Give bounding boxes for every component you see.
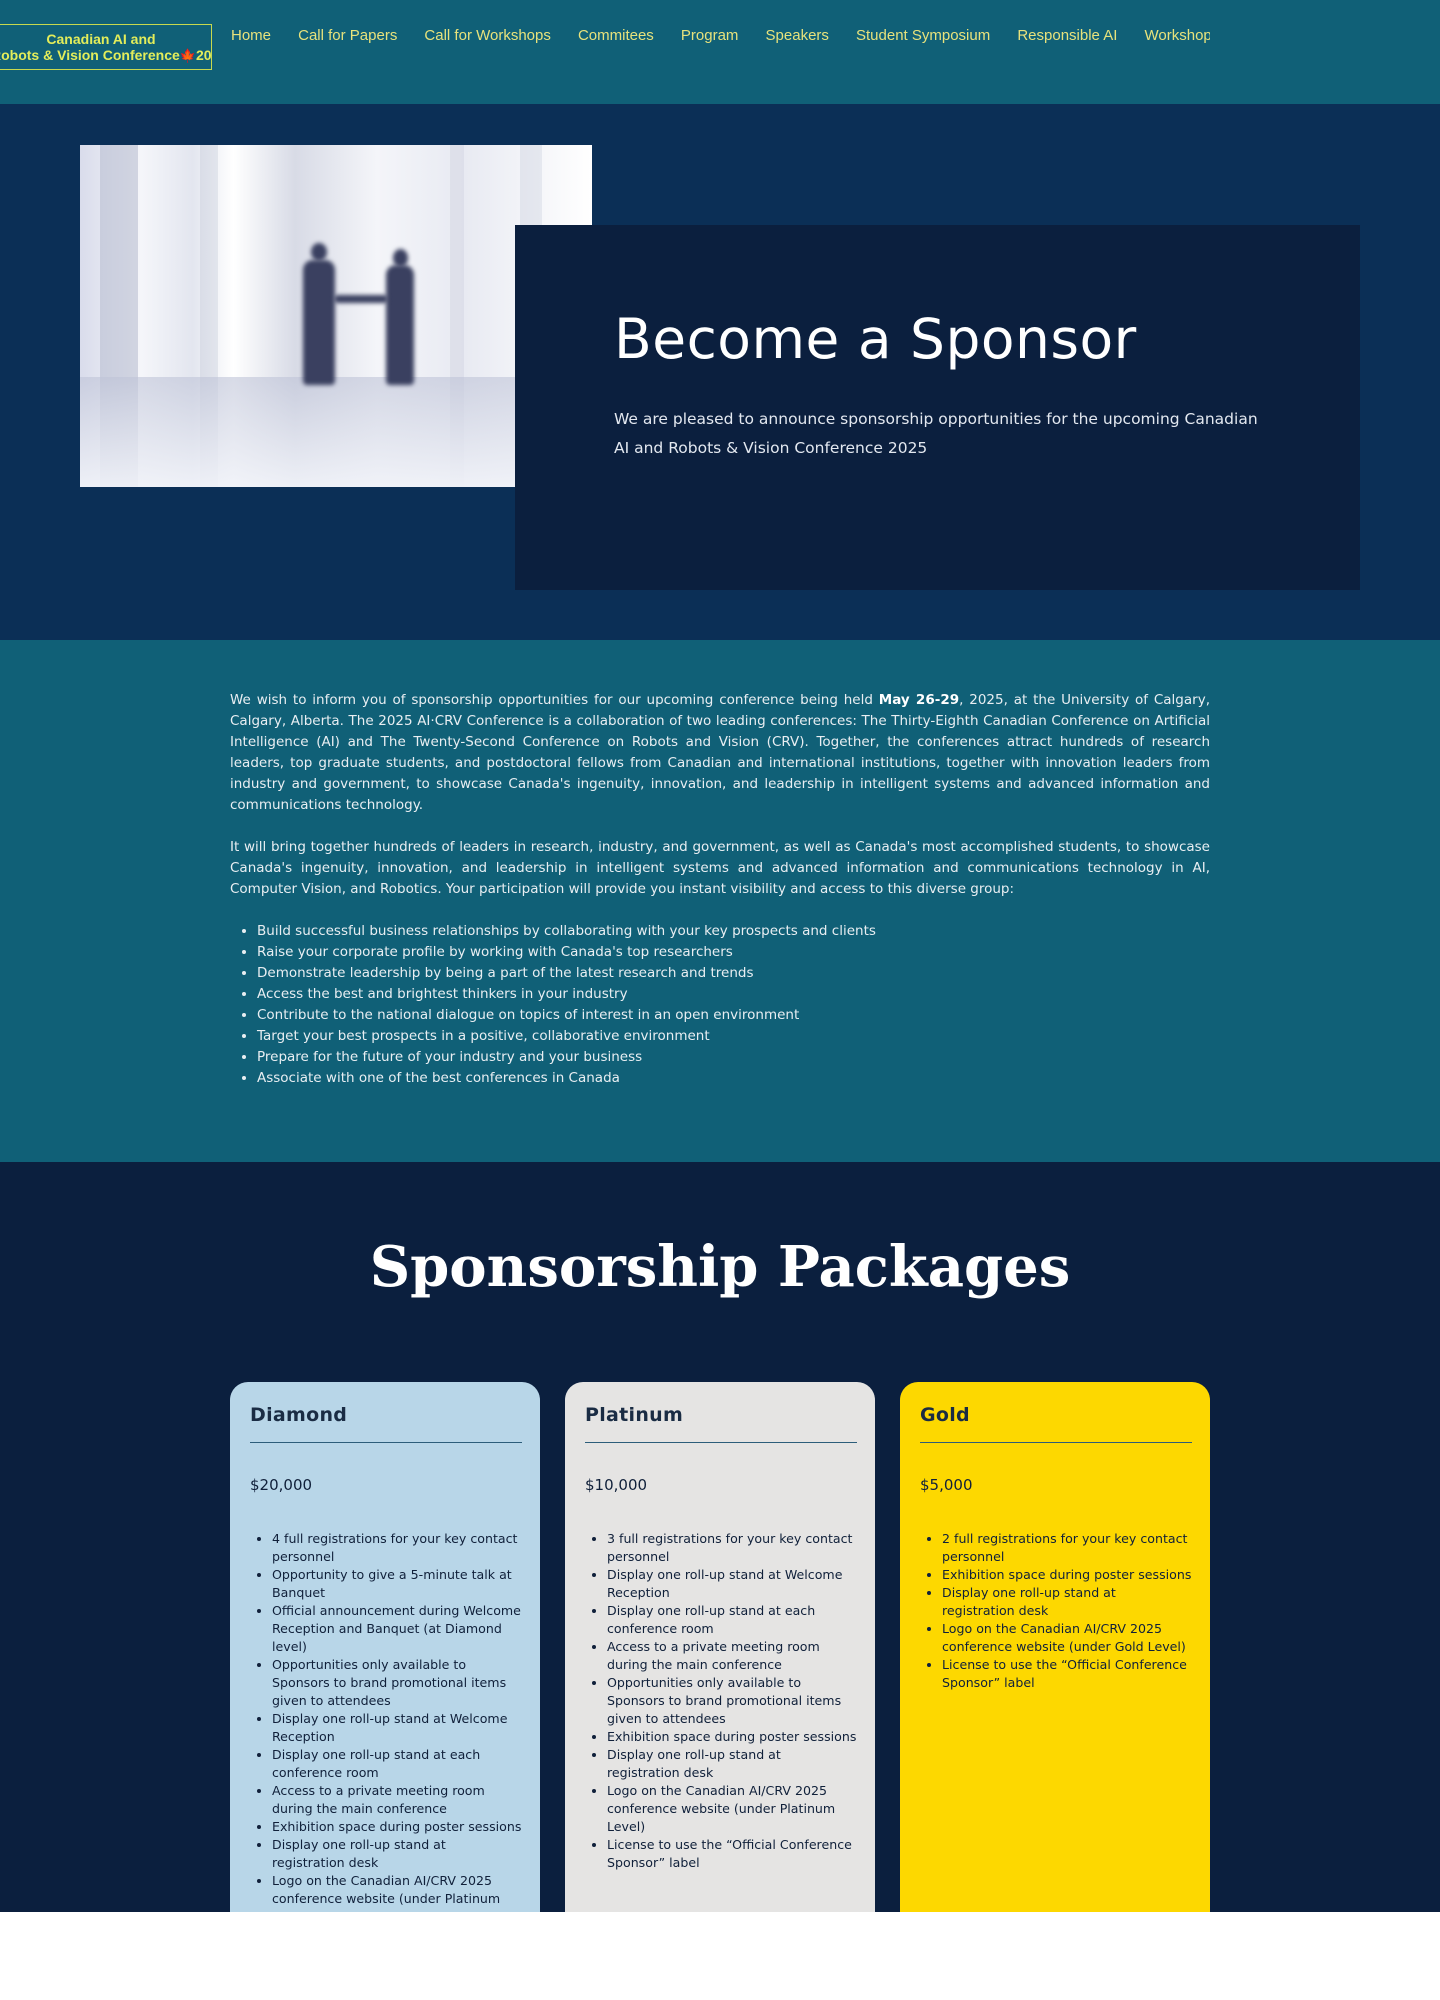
package-name: Diamond xyxy=(250,1404,348,1426)
list-item: Associate with one of the best conferenc… xyxy=(257,1068,1210,1089)
divider xyxy=(250,1442,522,1443)
list-item: License to use the “Official Conference … xyxy=(942,1656,1192,1692)
package-card-platinum: Platinum $10,000 3 full registrations fo… xyxy=(565,1382,875,1912)
list-item: Exhibition space during poster sessions xyxy=(272,1818,522,1836)
list-item: Prepare for the future of your industry … xyxy=(257,1047,1210,1068)
list-item: Official announcement during Welcome Rec… xyxy=(272,1602,522,1656)
nav-item-committees[interactable]: Commitees xyxy=(578,27,654,44)
hero-section: Become a Sponsor We are pleased to annou… xyxy=(0,104,1440,640)
list-item: 3 full registrations for your key contac… xyxy=(607,1530,857,1566)
divider xyxy=(920,1442,1192,1443)
list-item: Display one roll-up stand at registratio… xyxy=(272,1836,522,1872)
divider xyxy=(585,1442,857,1443)
package-price: $5,000 xyxy=(920,1476,973,1494)
intro-paragraph-2: It will bring together hundreds of leade… xyxy=(230,839,1210,897)
intro-paragraph-1: We wish to inform you of sponsorship opp… xyxy=(230,690,1210,816)
package-price: $20,000 xyxy=(250,1476,313,1494)
package-name: Gold xyxy=(920,1404,970,1426)
list-item: Display one roll-up stand at Welcome Rec… xyxy=(272,1710,522,1746)
list-item: Display one roll-up stand at Welcome Rec… xyxy=(607,1566,857,1602)
list-item: Logo on the Canadian AI/CRV 2025 confere… xyxy=(607,1782,857,1836)
list-item: Logo on the Canadian AI/CRV 2025 confere… xyxy=(942,1620,1192,1656)
list-item: Logo on the Canadian AI/CRV 2025 confere… xyxy=(272,1872,522,1908)
package-benefits: 3 full registrations for your key contac… xyxy=(585,1530,857,1872)
logo-year: 2025 xyxy=(195,47,212,63)
list-item: Opportunities only available to Sponsors… xyxy=(272,1656,522,1710)
list-item: Demonstrate leadership by being a part o… xyxy=(257,963,1210,984)
intro-p1-end: , 2025, at the University of Calgary, Ca… xyxy=(230,692,1210,813)
nav-item-responsible-ai[interactable]: Responsible AI xyxy=(1017,27,1117,44)
list-item: Build successful business relationships … xyxy=(257,921,1210,942)
package-benefits: 4 full registrations for your key contac… xyxy=(250,1530,522,1908)
packages-title: Sponsorship Packages xyxy=(369,1234,1071,1300)
package-card-gold: Gold $5,000 2 full registrations for you… xyxy=(900,1382,1210,1912)
list-item: Contribute to the national dialogue on t… xyxy=(257,1005,1210,1026)
list-item: Raise your corporate profile by working … xyxy=(257,942,1210,963)
packages-section: Sponsorship Packages Diamond $20,000 4 f… xyxy=(0,1162,1440,1912)
list-item: Exhibition space during poster sessions xyxy=(942,1566,1192,1584)
list-item: Access to a private meeting room during … xyxy=(607,1638,857,1674)
hero-subtitle: We are pleased to announce sponsorship o… xyxy=(614,410,1258,457)
maple-leaf-icon: 🍁 xyxy=(179,48,196,63)
list-item: 2 full registrations for your key contac… xyxy=(942,1530,1192,1566)
main-nav: Home Call for Papers Call for Workshops … xyxy=(220,25,1210,47)
site-header: Canadian AI and Robots & Vision Conferen… xyxy=(0,0,1440,104)
logo-line-2: Robots & Vision Conference🍁2025 xyxy=(0,47,211,64)
page-title: Become a Sponsor xyxy=(614,307,1137,371)
package-name: Platinum xyxy=(585,1404,684,1426)
hero-text-box: Become a Sponsor We are pleased to annou… xyxy=(515,225,1360,590)
list-item: Display one roll-up stand at each confer… xyxy=(607,1602,857,1638)
nav-item-program[interactable]: Program xyxy=(681,27,739,44)
logo-line-2-text: Robots & Vision Conference xyxy=(0,47,180,63)
conference-logo[interactable]: Canadian AI and Robots & Vision Conferen… xyxy=(0,24,212,70)
list-item: Access to a private meeting room during … xyxy=(272,1782,522,1818)
intro-content: We wish to inform you of sponsorship opp… xyxy=(230,690,1210,1089)
list-item: Access the best and brightest thinkers i… xyxy=(257,984,1210,1005)
package-card-diamond: Diamond $20,000 4 full registrations for… xyxy=(230,1382,540,1912)
list-item: 4 full registrations for your key contac… xyxy=(272,1530,522,1566)
nav-item-student-symposium[interactable]: Student Symposium xyxy=(856,27,990,44)
list-item: Display one roll-up stand at each confer… xyxy=(272,1746,522,1782)
conference-dates: May 26-29 xyxy=(878,692,960,708)
nav-item-speakers[interactable]: Speakers xyxy=(766,27,829,44)
benefits-list: Build successful business relationships … xyxy=(230,921,1210,1089)
list-item: Opportunities only available to Sponsors… xyxy=(607,1674,857,1728)
nav-item-workshops[interactable]: Workshops xyxy=(1145,27,1211,44)
list-item: Target your best prospects in a positive… xyxy=(257,1026,1210,1047)
list-item: Display one roll-up stand at registratio… xyxy=(607,1746,857,1782)
list-item: Exhibition space during poster sessions xyxy=(607,1728,857,1746)
list-item: Opportunity to give a 5-minute talk at B… xyxy=(272,1566,522,1602)
intro-section: We wish to inform you of sponsorship opp… xyxy=(0,640,1440,1162)
package-benefits: 2 full registrations for your key contac… xyxy=(920,1530,1192,1692)
logo-line-1: Canadian AI and xyxy=(46,31,156,47)
nav-item-call-for-workshops[interactable]: Call for Workshops xyxy=(424,27,550,44)
nav-item-home[interactable]: Home xyxy=(231,27,271,44)
list-item: License to use the “Official Conference … xyxy=(607,1836,857,1872)
nav-item-call-for-papers[interactable]: Call for Papers xyxy=(298,27,397,44)
package-price: $10,000 xyxy=(585,1476,648,1494)
intro-p1-start: We wish to inform you of sponsorship opp… xyxy=(230,692,879,708)
list-item: Display one roll-up stand at registratio… xyxy=(942,1584,1192,1620)
